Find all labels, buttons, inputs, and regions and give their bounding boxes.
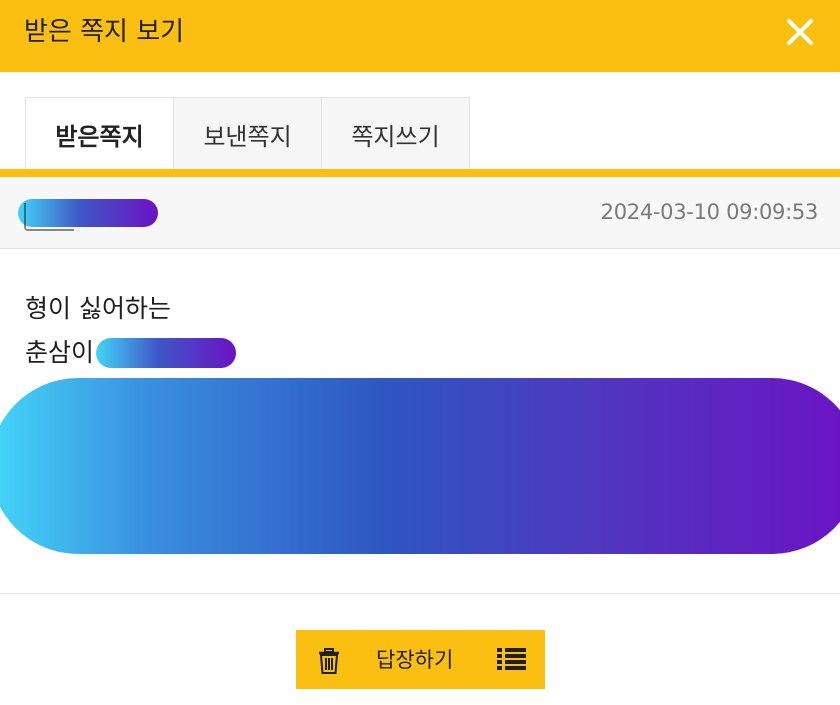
close-icon[interactable] [784,16,816,48]
content-divider [0,593,840,594]
tab-received[interactable]: 받은쪽지 [25,97,174,170]
message-timestamp: 2024-03-10 09:09:53 [600,200,819,224]
message-line-2-text: 춘삼이 [25,338,95,367]
sender-name-redacted [18,199,158,231]
reply-button[interactable]: 답장하기 [376,645,453,675]
tab-underline [0,169,840,177]
tab-sent[interactable]: 보낸쪽지 [174,97,322,170]
message-line-2: 춘삼이 [25,336,237,370]
list-icon[interactable] [497,647,526,671]
message-line-1: 형이 싫어하는 [25,294,171,323]
title-bar: 받은 쪽지 보기 [0,0,840,72]
inline-redaction [96,338,237,368]
message-tabs: 받은쪽지 보낸쪽지 쪽지쓰기 [25,97,470,170]
content-redaction [0,378,840,554]
window-title: 받은 쪽지 보기 [24,17,185,47]
message-header: 2024-03-10 09:09:53 [0,177,840,249]
action-bar: 답장하기 [296,630,545,689]
tab-compose[interactable]: 쪽지쓰기 [322,97,470,170]
trash-icon[interactable] [318,648,340,674]
